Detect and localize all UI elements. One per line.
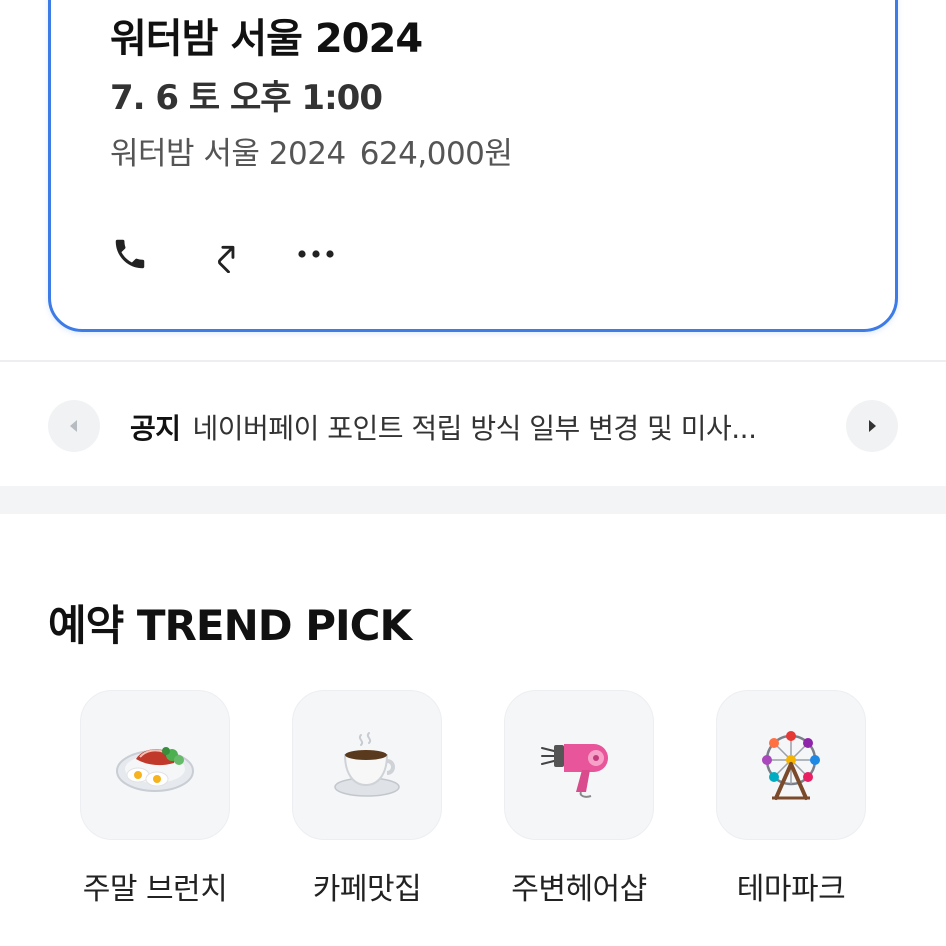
trend-label-hairshop: 주변헤어샵 bbox=[511, 872, 647, 907]
brunch-plate-icon bbox=[116, 747, 194, 792]
trend-label-cafe: 카페맛집 bbox=[312, 872, 422, 907]
booking-datetime: 7. 6 토 오후 1:00 bbox=[110, 78, 383, 118]
caret-right-icon bbox=[869, 420, 876, 432]
booking-price: 624,000원 bbox=[359, 136, 513, 172]
phone-icon[interactable] bbox=[108, 232, 152, 276]
notice-bar: 공지 네이버페이 포인트 적립 방식 일부 변경 및 미사... bbox=[0, 362, 946, 486]
trend-label-brunch: 주말 브런치 bbox=[82, 872, 228, 907]
notice-prev-button[interactable] bbox=[48, 400, 100, 452]
booking-title: 워터밤 서울 2024 bbox=[110, 16, 423, 62]
app-screen: 워터밤 서울 2024 7. 6 토 오후 1:00 워터밤 서울 2024 62… bbox=[0, 0, 946, 946]
trend-label-themepark: 테마파크 bbox=[736, 872, 846, 907]
coffee-cup-icon bbox=[334, 732, 400, 797]
share-icon[interactable] bbox=[202, 232, 246, 276]
notice-tag: 공지 bbox=[130, 412, 181, 445]
notice-next-button[interactable] bbox=[846, 400, 898, 452]
booking-item-name: 워터밤 서울 2024 bbox=[110, 136, 346, 172]
notice-message: 네이버페이 포인트 적립 방식 일부 변경 및 미사... bbox=[192, 412, 757, 445]
booking-description: 워터밤 서울 2024 624,000원 bbox=[110, 128, 513, 173]
trend-tile-brunch[interactable] bbox=[80, 690, 230, 840]
section-divider bbox=[0, 486, 946, 514]
trend-tile-hairshop[interactable] bbox=[504, 690, 654, 840]
trend-tile-themepark[interactable] bbox=[716, 690, 866, 840]
caret-left-icon bbox=[70, 420, 77, 432]
trend-tile-cafe[interactable] bbox=[292, 690, 442, 840]
ferris-wheel-icon bbox=[762, 731, 820, 800]
notice-content[interactable]: 공지 네이버페이 포인트 적립 방식 일부 변경 및 미사... bbox=[130, 407, 830, 447]
hair-dryer-icon bbox=[541, 744, 608, 798]
more-icon[interactable] bbox=[294, 232, 338, 276]
trend-section-title: 예약 TREND PICK bbox=[48, 601, 412, 650]
